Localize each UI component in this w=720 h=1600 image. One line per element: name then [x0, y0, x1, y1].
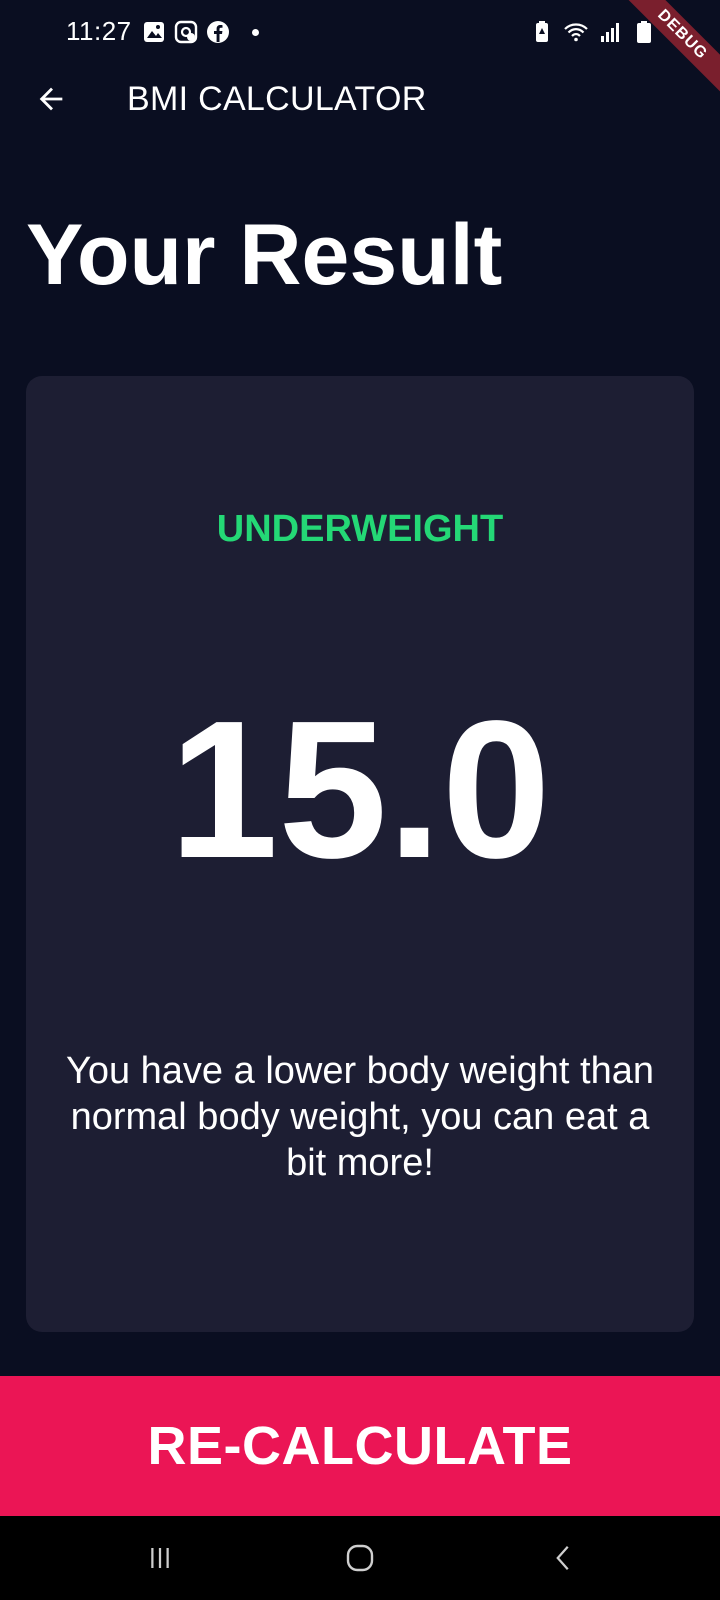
chevron-left-icon — [556, 1546, 569, 1570]
facebook-icon — [207, 21, 229, 43]
system-back-button[interactable] — [534, 1536, 594, 1580]
recalculate-button[interactable]: RE-CALCULATE — [0, 1376, 720, 1516]
gallery-icon — [144, 22, 164, 42]
recalculate-label: RE-CALCULATE — [147, 1416, 573, 1476]
home-icon — [346, 1544, 374, 1572]
app-bar: BMI CALCULATOR — [0, 66, 720, 132]
result-status-label: UNDERWEIGHT — [216, 508, 504, 550]
bmi-value: 15.0 — [169, 680, 551, 899]
status-notification-icons — [142, 20, 259, 44]
page-title: Your Result — [26, 207, 503, 303]
battery-saver-icon — [536, 21, 548, 42]
result-card: UNDERWEIGHT 15.0 You have a lower body w… — [26, 376, 694, 1332]
app-title: BMI CALCULATOR — [127, 80, 427, 118]
status-bar: 11:27 — [0, 0, 720, 66]
messenger-icon — [174, 20, 198, 44]
status-system-icons — [530, 20, 656, 44]
notification-dot-icon — [252, 28, 259, 36]
status-time: 11:27 — [66, 16, 132, 46]
home-button[interactable] — [330, 1536, 390, 1580]
system-navigation-bar — [0, 1516, 720, 1600]
result-message: You have a lower body weight than normal… — [65, 1050, 655, 1184]
arrow-back-icon — [39, 87, 63, 111]
bmi-result-screen: 11:27 DEBUG BMI CALCULATOR Your Result U… — [0, 0, 720, 1600]
back-button[interactable] — [26, 74, 76, 124]
recent-apps-button[interactable] — [130, 1536, 190, 1580]
wifi-icon — [564, 23, 588, 42]
recent-apps-icon — [151, 1548, 169, 1568]
signal-icon — [601, 23, 619, 42]
